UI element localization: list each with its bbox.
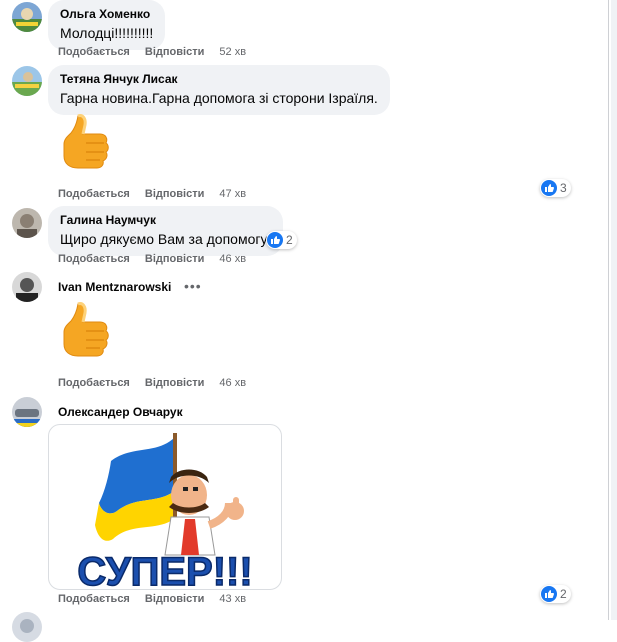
reply-link[interactable]: Відповісти [145, 377, 204, 389]
comment-text: Гарна новина.Гарна допомога зі сторони І… [60, 90, 378, 106]
comment-timestamp[interactable]: 47 хв [219, 188, 246, 200]
sticker-text: СУПЕР!!! [77, 550, 252, 589]
comment-author[interactable]: Ольга Хоменко [60, 6, 153, 22]
comment-author[interactable]: Тетяна Янчук Лисак [60, 71, 378, 87]
comment-timestamp[interactable]: 52 хв [219, 46, 246, 58]
reaction-number: 3 [560, 181, 567, 195]
comment-timestamp[interactable]: 43 хв [219, 593, 246, 605]
avatar[interactable] [12, 2, 42, 32]
reaction-count[interactable]: 2 [266, 231, 297, 249]
comment-bubble: Галина Наумчук Щиро дякуємо Вам за допом… [48, 206, 284, 256]
reaction-number: 2 [560, 587, 567, 601]
comment-timestamp[interactable]: 46 хв [219, 253, 246, 265]
comment-bubble: Ольга Хоменко Молодці!!!!!!!!!! [48, 0, 166, 50]
avatar[interactable] [12, 612, 42, 642]
comment-actions: Подобається Відповісти 52 хв [58, 46, 258, 58]
comment-timestamp[interactable]: 46 хв [219, 377, 246, 389]
comment-text: Молодці!!!!!!!!!! [60, 25, 154, 41]
reply-link[interactable]: Відповісти [145, 253, 204, 265]
comment-author[interactable]: Ivan Mentznarowski [58, 279, 171, 295]
avatar[interactable] [12, 397, 42, 427]
thumbs-up-sticker [56, 300, 112, 367]
comment-author[interactable]: Галина Наумчук [60, 212, 271, 228]
like-link[interactable]: Подобається [58, 188, 130, 200]
reply-link[interactable]: Відповісти [145, 46, 204, 58]
reply-link[interactable]: Відповісти [145, 593, 204, 605]
reaction-count[interactable]: 3 [540, 179, 571, 197]
comment-author[interactable]: Олександер Овчарук [58, 404, 183, 420]
reaction-number: 2 [286, 233, 293, 247]
comment-actions: Подобається Відповісти 46 хв [58, 253, 258, 265]
comment-actions: Подобається Відповісти 47 хв [58, 188, 258, 200]
super-sticker: СУПЕР!!! [48, 424, 282, 590]
thumbs-up-sticker [56, 112, 112, 179]
comment-actions: Подобається Відповісти 46 хв [58, 377, 258, 389]
reaction-count[interactable]: 2 [540, 585, 571, 603]
comment-actions: Подобається Відповісти 43 хв [58, 593, 258, 605]
scrollbar-track-line [608, 0, 609, 620]
like-link[interactable]: Подобається [58, 46, 130, 58]
avatar[interactable] [12, 272, 42, 302]
like-reaction-icon [541, 586, 557, 602]
like-link[interactable]: Подобається [58, 593, 130, 605]
more-options-icon[interactable]: ••• [184, 278, 202, 294]
comment-bubble: Тетяна Янчук Лисак Гарна новина.Гарна до… [48, 65, 390, 115]
scrollbar[interactable] [611, 0, 617, 620]
avatar[interactable] [12, 208, 42, 238]
like-reaction-icon [267, 232, 283, 248]
like-link[interactable]: Подобається [58, 377, 130, 389]
avatar[interactable] [12, 66, 42, 96]
like-link[interactable]: Подобається [58, 253, 130, 265]
reply-link[interactable]: Відповісти [145, 188, 204, 200]
comment-text: Щиро дякуємо Вам за допомогу! [60, 231, 272, 247]
like-reaction-icon [541, 180, 557, 196]
